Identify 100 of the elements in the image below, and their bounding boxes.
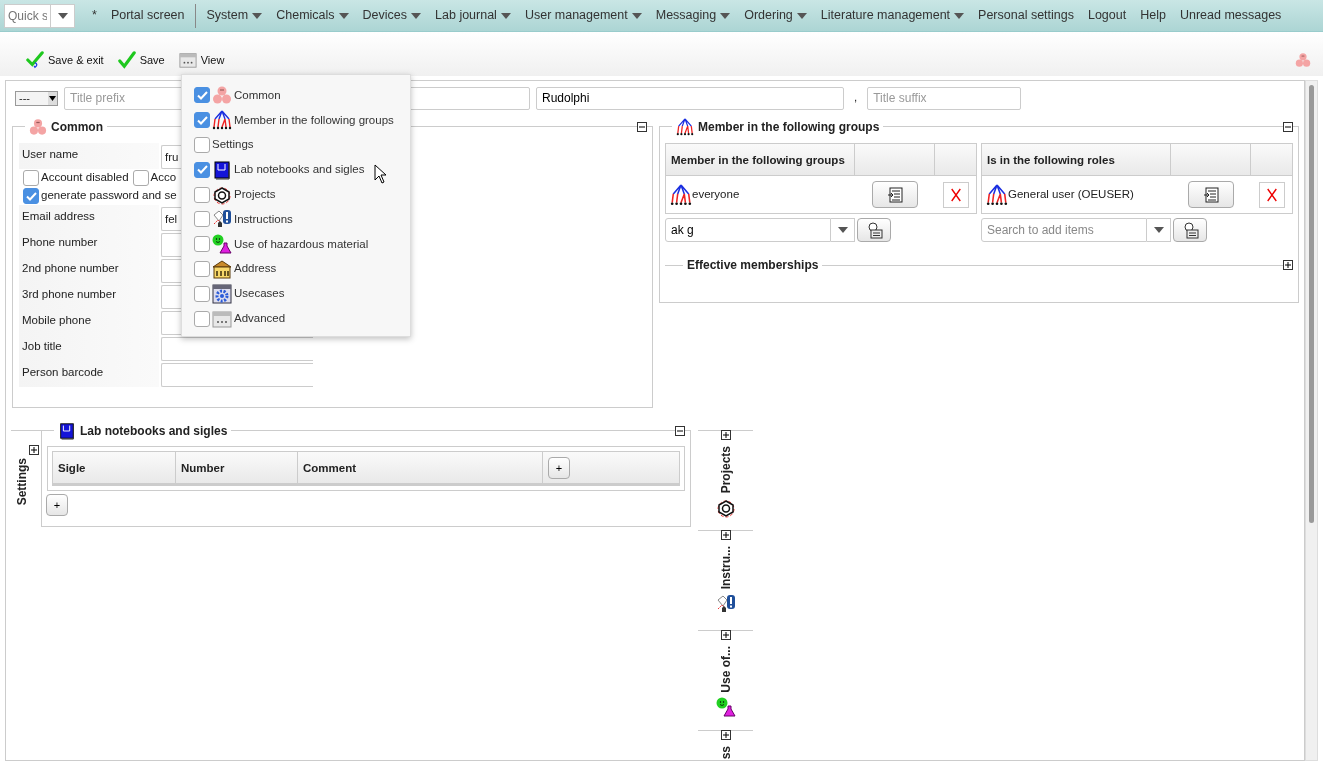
checkbox[interactable]: [194, 285, 210, 302]
toolbar-button[interactable]: Save & exit: [26, 51, 104, 69]
toolbar-button[interactable]: Save: [117, 51, 165, 69]
tree-icon: [676, 118, 694, 136]
tree-icon: [212, 110, 232, 131]
view-menu-item[interactable]: Projects: [194, 182, 410, 207]
checkbox[interactable]: [194, 236, 210, 253]
menu-item[interactable]: Unread messages: [1172, 6, 1289, 25]
input-field[interactable]: [161, 363, 313, 387]
settings-tab[interactable]: Settings: [13, 458, 31, 506]
menu-item[interactable]: Messaging: [648, 6, 738, 25]
salutation-select[interactable]: ---: [15, 90, 58, 106]
expand-icon[interactable]: [720, 629, 731, 640]
add-row-button[interactable]: +: [46, 494, 68, 516]
tray-icon: [178, 51, 197, 69]
dropdown-button[interactable]: [1147, 218, 1171, 242]
menu-item[interactable]: Lab journal: [428, 6, 518, 25]
hexagon-icon: [715, 497, 736, 518]
quick-search-field[interactable]: Quick s: [4, 3, 51, 28]
list-icon: [1203, 186, 1220, 203]
collapse-icon[interactable]: [637, 122, 647, 132]
tree-icon: [986, 183, 1008, 206]
checkbox[interactable]: [132, 170, 149, 186]
menu-item[interactable]: System: [199, 6, 270, 25]
checkbox[interactable]: [194, 260, 210, 277]
menu-item[interactable]: Devices: [355, 6, 429, 25]
caret-icon: [796, 12, 807, 19]
people-icon: [1295, 52, 1311, 69]
view-menu-item[interactable]: Member in the following groups: [194, 107, 410, 133]
smiley-flask-icon: [715, 696, 736, 717]
menu-item[interactable]: Chemicals: [269, 6, 356, 25]
scrollbar-thumb[interactable]: [1309, 85, 1314, 523]
menu-item[interactable]: Personal settings: [971, 6, 1081, 25]
warning-sign-icon: [715, 593, 736, 614]
menu-item[interactable]: Logout: [1080, 6, 1134, 25]
search-add-button[interactable]: [857, 218, 891, 242]
input-field[interactable]: [161, 337, 313, 361]
checkbox[interactable]: [194, 211, 210, 228]
expand-icon[interactable]: [720, 529, 731, 540]
mouse-cursor-icon: [374, 164, 388, 184]
side-tab[interactable]: ss: [716, 746, 735, 760]
expand-icon[interactable]: [720, 429, 731, 440]
details-button[interactable]: [1188, 181, 1235, 208]
field-label: 3rd phone number: [19, 283, 159, 309]
dropdown-button[interactable]: [831, 218, 855, 242]
checkbox[interactable]: [194, 87, 210, 104]
checkbox-label: Account disabled: [41, 170, 129, 186]
column-header: Sigle: [53, 452, 176, 483]
delete-button[interactable]: [943, 181, 970, 208]
menu-item[interactable]: *: [85, 6, 104, 25]
caret-icon: [252, 12, 263, 19]
menu-item[interactable]: Help: [1133, 6, 1173, 25]
delete-button[interactable]: [1259, 181, 1286, 208]
view-menu-item[interactable]: Settings: [194, 132, 410, 158]
menu-item[interactable]: Literature management: [813, 6, 972, 25]
view-menu-item[interactable]: Advanced: [194, 306, 410, 331]
field-label: Email address: [19, 205, 159, 231]
search-field[interactable]: Search to add items: [981, 218, 1147, 242]
checkbox[interactable]: [194, 112, 210, 129]
collapse-icon[interactable]: [1283, 122, 1293, 132]
menu-item[interactable]: Ordering: [737, 6, 814, 25]
checkbox[interactable]: [194, 310, 210, 327]
close-icon: [950, 186, 963, 203]
collapse-icon[interactable]: [675, 426, 685, 436]
column-header: Number: [176, 452, 298, 483]
view-menu-item[interactable]: Address: [194, 256, 410, 282]
last-name-field[interactable]: Rudolphi: [536, 86, 844, 110]
checkbox[interactable]: [23, 170, 39, 186]
menu-item[interactable]: User management: [517, 6, 649, 25]
add-column-button[interactable]: +: [548, 457, 570, 479]
search-add-button[interactable]: [1173, 218, 1207, 242]
expand-icon[interactable]: [29, 444, 39, 455]
menu-item[interactable]: Portal screen: [103, 3, 196, 28]
expand-icon[interactable]: [1283, 260, 1293, 270]
dropdown-button[interactable]: [51, 3, 75, 28]
checkbox[interactable]: [194, 161, 210, 178]
checkbox[interactable]: [194, 186, 210, 203]
side-tab[interactable]: Instru...: [716, 546, 735, 590]
table-cell-text: General user (OEUSER): [1008, 186, 1134, 202]
search-field[interactable]: ak g: [665, 218, 831, 242]
details-button[interactable]: [872, 181, 919, 208]
section-title: Effective memberships: [686, 257, 820, 274]
checkbox[interactable]: [194, 137, 210, 153]
view-menu-item[interactable]: Use of hazardous material: [194, 231, 410, 257]
view-menu-item[interactable]: Usecases: [194, 281, 410, 307]
checkbox[interactable]: [23, 188, 39, 204]
check-icon: [25, 191, 37, 201]
side-tab[interactable]: Projects: [716, 446, 735, 494]
title-suffix-field[interactable]: Title suffix: [867, 86, 1022, 110]
notebook-icon: [212, 159, 232, 180]
view-menu-item[interactable]: Instructions: [194, 207, 410, 232]
toolbar-button[interactable]: View: [178, 51, 225, 69]
side-tab[interactable]: Use of...: [716, 646, 735, 693]
field-label: User name: [19, 143, 159, 169]
expand-icon[interactable]: [720, 729, 731, 740]
gear-box-icon: [212, 283, 232, 304]
checkbox-label: Acco: [150, 170, 177, 186]
field-label: Phone number: [19, 231, 159, 257]
view-menu-item[interactable]: Lab notebooks and sigles: [194, 157, 410, 183]
field-label: Job title: [19, 335, 159, 361]
